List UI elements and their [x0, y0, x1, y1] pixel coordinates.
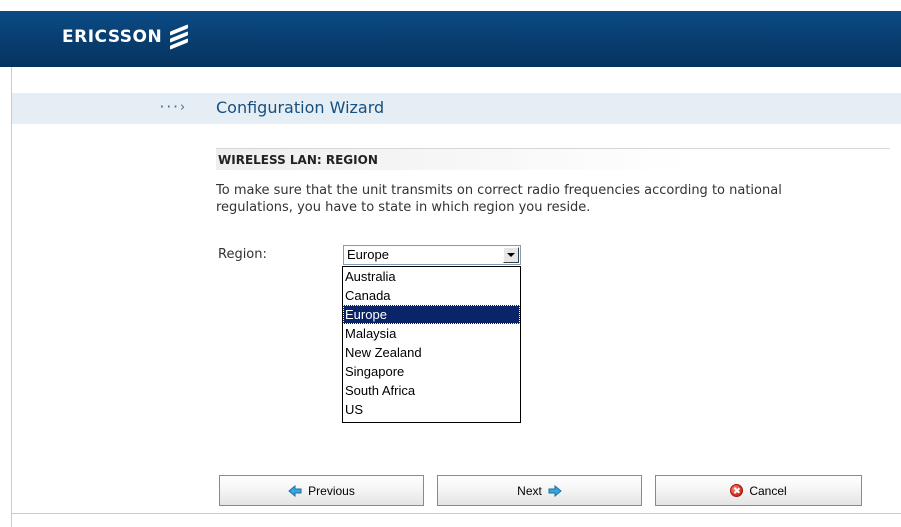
option-canada[interactable]: Canada [343, 286, 520, 305]
bottom-divider [11, 513, 901, 514]
cancel-button[interactable]: Cancel [655, 475, 862, 506]
region-label: Region: [218, 247, 267, 262]
previous-label: Previous [308, 483, 355, 498]
next-label: Next [517, 483, 542, 498]
region-selected-value: Europe [347, 247, 389, 262]
arrow-right-icon [548, 484, 562, 497]
region-options-list[interactable]: Australia Canada Europe Malaysia New Zea… [342, 266, 521, 423]
brand-name: ERICSSON [62, 27, 163, 47]
option-new-zealand[interactable]: New Zealand [343, 343, 520, 362]
title-band [12, 93, 901, 124]
dropdown-arrow-button[interactable] [503, 247, 519, 263]
cancel-label: Cancel [749, 483, 787, 498]
section-description: To make sure that the unit transmits on … [216, 183, 782, 215]
ericsson-mark-icon [170, 24, 189, 50]
cancel-icon [730, 484, 744, 497]
left-divider [11, 67, 12, 527]
chevron-down-icon [507, 253, 515, 257]
option-us[interactable]: US [343, 400, 520, 419]
section-heading: WIRELESS LAN: REGION [216, 148, 890, 170]
ericsson-logo: ERICSSON [62, 24, 189, 50]
option-south-africa[interactable]: South Africa [343, 381, 520, 400]
previous-button[interactable]: Previous [219, 475, 424, 506]
breadcrumb-arrow-icon: ···› [158, 100, 186, 115]
option-malaysia[interactable]: Malaysia [343, 324, 520, 343]
next-button[interactable]: Next [437, 475, 642, 506]
option-europe[interactable]: Europe [343, 305, 520, 324]
arrow-left-icon [288, 484, 302, 497]
header-bar: ERICSSON [0, 11, 901, 67]
region-select[interactable]: Europe [343, 245, 521, 265]
option-singapore[interactable]: Singapore [343, 362, 520, 381]
option-australia[interactable]: Australia [343, 267, 520, 286]
page-title: Configuration Wizard [216, 98, 385, 117]
